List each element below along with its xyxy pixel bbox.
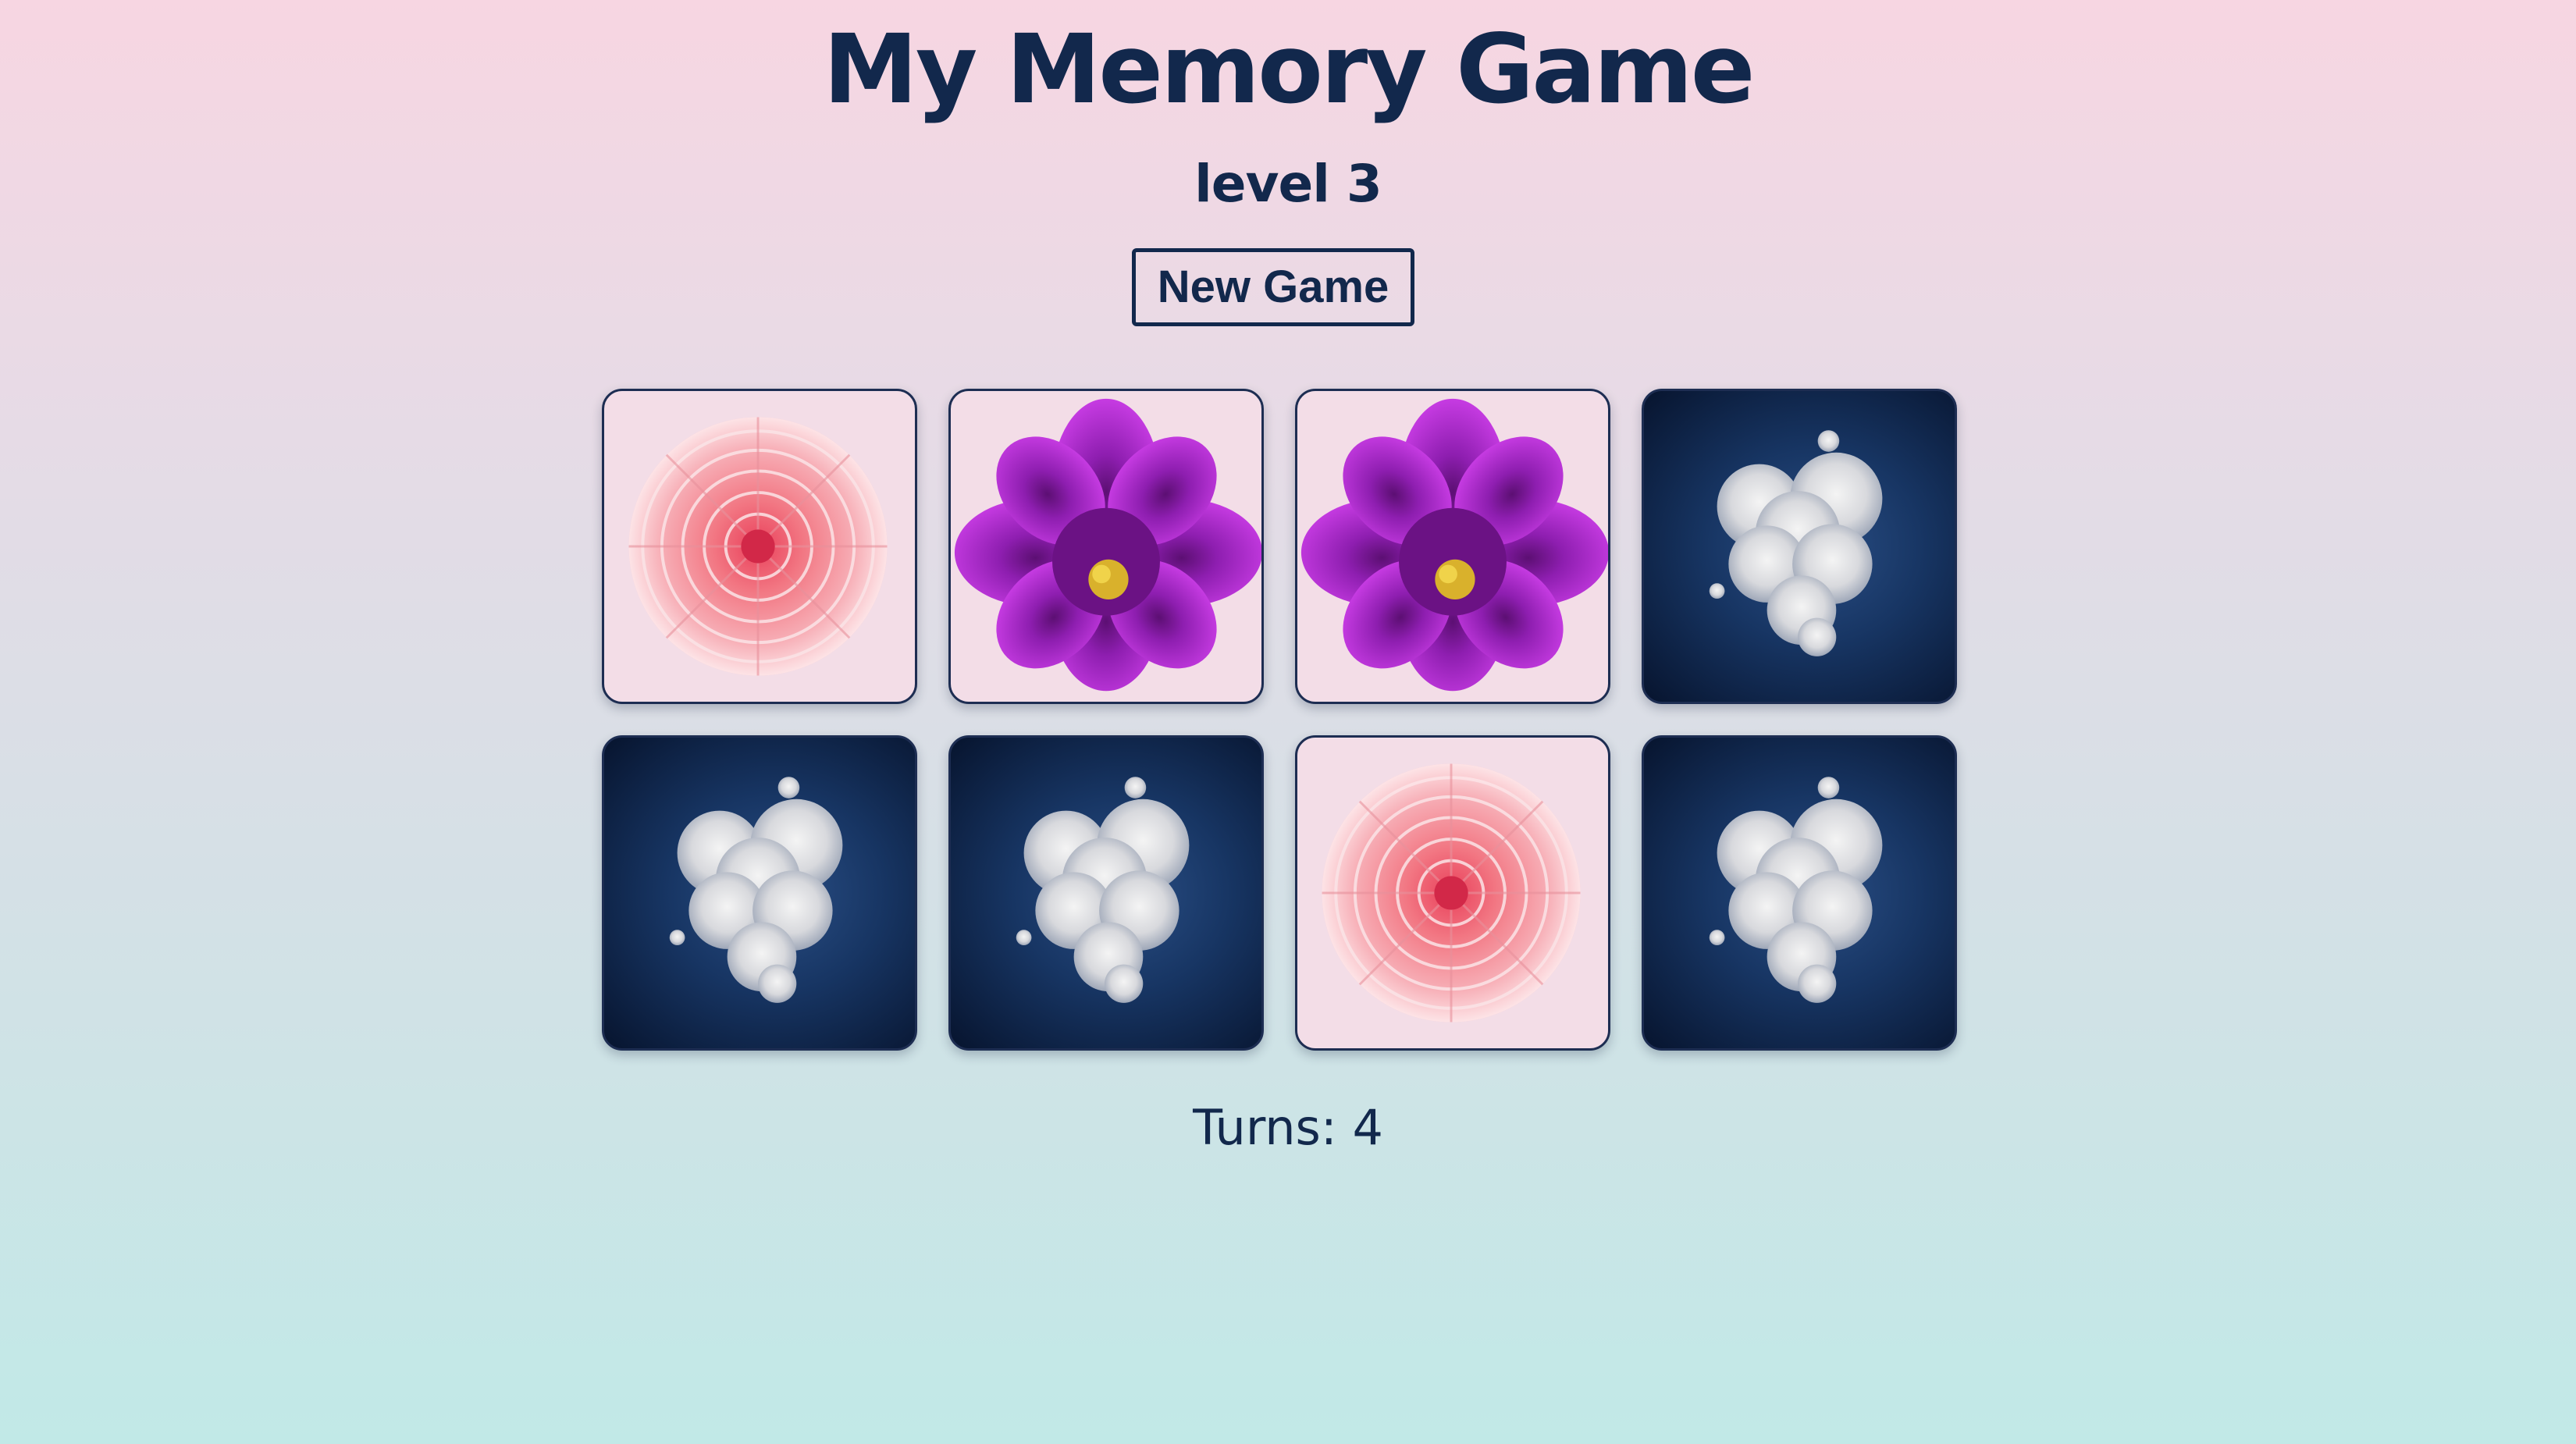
new-game-button[interactable]: New Game (1132, 248, 1414, 326)
pink-dahlia-icon (628, 417, 888, 676)
cloud-heart-icon (1016, 777, 1190, 1003)
memory-card[interactable] (1642, 389, 1957, 704)
purple-dahlia-icon (1300, 398, 1608, 692)
card-grid (602, 389, 1957, 1051)
memory-card[interactable] (948, 735, 1264, 1051)
cloud-heart-icon (1709, 430, 1883, 656)
memory-card[interactable] (602, 735, 917, 1051)
memory-card[interactable] (1642, 735, 1957, 1051)
cloud-heart-icon (669, 777, 843, 1003)
pink-dahlia-icon (1322, 763, 1581, 1023)
memory-card[interactable] (1295, 389, 1610, 704)
level-indicator: level 3 (1194, 154, 1382, 214)
turns-counter: Turns: 4 (1193, 1099, 1383, 1156)
cloud-heart-icon (1709, 777, 1883, 1003)
memory-card[interactable] (948, 389, 1264, 704)
memory-card[interactable] (1295, 735, 1610, 1051)
memory-card[interactable] (602, 389, 917, 704)
page-title: My Memory Game (823, 14, 1756, 125)
purple-dahlia-icon (954, 398, 1261, 692)
